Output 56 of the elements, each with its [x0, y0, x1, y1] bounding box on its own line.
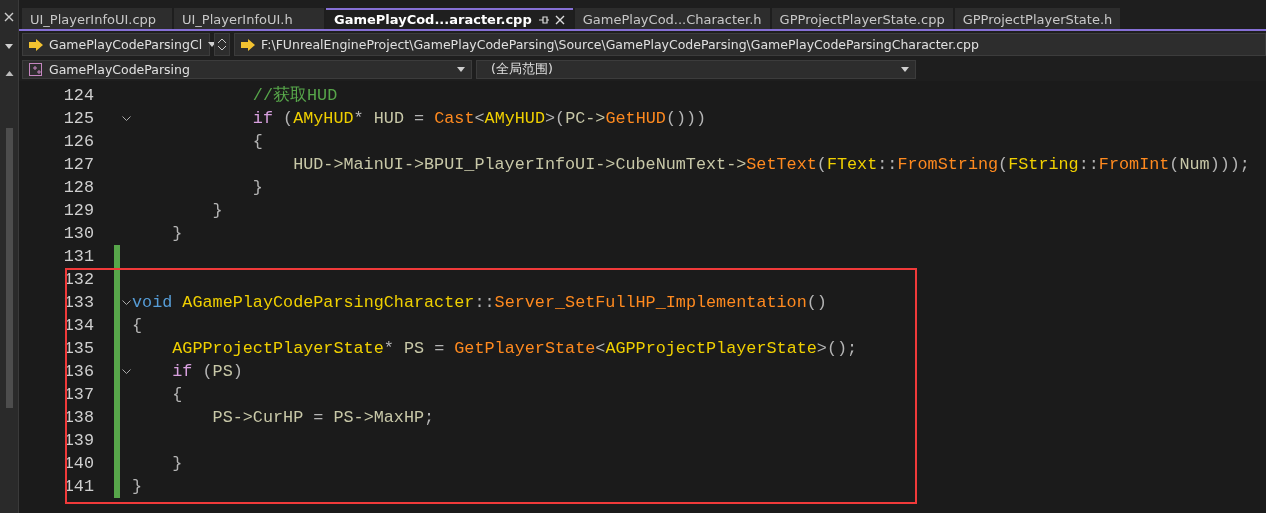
line-number: 136	[62, 361, 94, 383]
line-number: 130	[62, 223, 94, 245]
line-number: 133	[62, 292, 94, 314]
line-number: 125	[62, 108, 94, 130]
file-tab[interactable]: GamePlayCod...Character.h	[574, 8, 770, 29]
line-number: 140	[62, 453, 94, 475]
line-number: 126	[62, 131, 94, 153]
line-number: 138	[62, 407, 94, 429]
line-number: 137	[62, 384, 94, 406]
file-tab[interactable]: GamePlayCod...aracter.cpp	[326, 8, 573, 29]
code-line: //获取HUD	[251, 85, 339, 107]
line-number: 132	[62, 269, 94, 291]
code-line: {	[132, 315, 144, 337]
code-line: AGPProjectPlayerState* PS = GetPlayerState<AGPProjectPlayerState>();	[171, 338, 859, 360]
close-icon[interactable]	[554, 14, 565, 25]
line-number: 129	[62, 200, 94, 222]
line-number: 131	[62, 246, 94, 268]
code-line: void AGamePlayCodeParsingCharacter::Server_SetFullHP_Implementation()	[132, 292, 828, 314]
spin-buttons[interactable]	[214, 33, 230, 56]
pin-icon[interactable]	[537, 14, 549, 25]
code-line: {	[171, 384, 184, 406]
line-number: 127	[62, 154, 94, 176]
line-number: 128	[62, 177, 94, 199]
scroll-up-icon[interactable]	[4, 71, 14, 76]
file-tab[interactable]: GPProjectPlayerState.h	[954, 8, 1121, 29]
code-line: if (AMyHUD* HUD = Cast<AMyHUD>(PC->GetHUD()))	[251, 108, 708, 130]
member-scope-dropdown[interactable]: (全局范围)	[476, 60, 916, 79]
code-line: PS->CurHP = PS->MaxHP;	[211, 407, 436, 429]
code-line: }	[171, 453, 184, 475]
fold-chevron-icon[interactable]	[121, 368, 131, 375]
code-line: }	[251, 177, 264, 199]
project-icon	[29, 63, 43, 76]
close-icon[interactable]	[4, 12, 14, 22]
file-tab[interactable]: UI_PlayerInfoUI.cpp	[22, 8, 172, 29]
file-path-field[interactable]: F:\FUnrealEngineProject\GamePlayCodeParsing\Source\GamePlayCodeParsing\GamePlayCodeParsingCharacter.cpp	[234, 33, 1266, 56]
caret-icon	[457, 67, 465, 72]
fold-chevron-icon[interactable]	[121, 299, 131, 306]
project-dropdown[interactable]: GamePlayCodeParsing	[22, 60, 472, 79]
scrollbar-thumb[interactable]	[5, 128, 13, 408]
code-line: if (PS)	[171, 361, 244, 383]
code-line: }	[171, 223, 184, 245]
file-tab[interactable]: GPProjectPlayerState.cpp	[771, 8, 953, 29]
arrow-icon	[241, 38, 255, 51]
file-tab[interactable]: UI_PlayerInfoUI.h	[174, 8, 324, 29]
code-line: }	[132, 476, 144, 498]
caret-icon	[5, 44, 13, 49]
caret-icon	[901, 67, 909, 72]
code-line: HUD->MainUI->BPUI_PlayerInfoUI->CubeNumText->SetText(FText::FromString(FString::FromInt(Num)));	[292, 154, 1251, 176]
line-number: 139	[62, 430, 94, 452]
line-number: 134	[62, 315, 94, 337]
arrow-icon	[29, 38, 43, 51]
line-number: 124	[62, 85, 94, 107]
code-line: {	[251, 131, 264, 153]
code-line: }	[211, 200, 224, 222]
line-number: 135	[62, 338, 94, 360]
fold-chevron-icon[interactable]	[121, 115, 131, 122]
